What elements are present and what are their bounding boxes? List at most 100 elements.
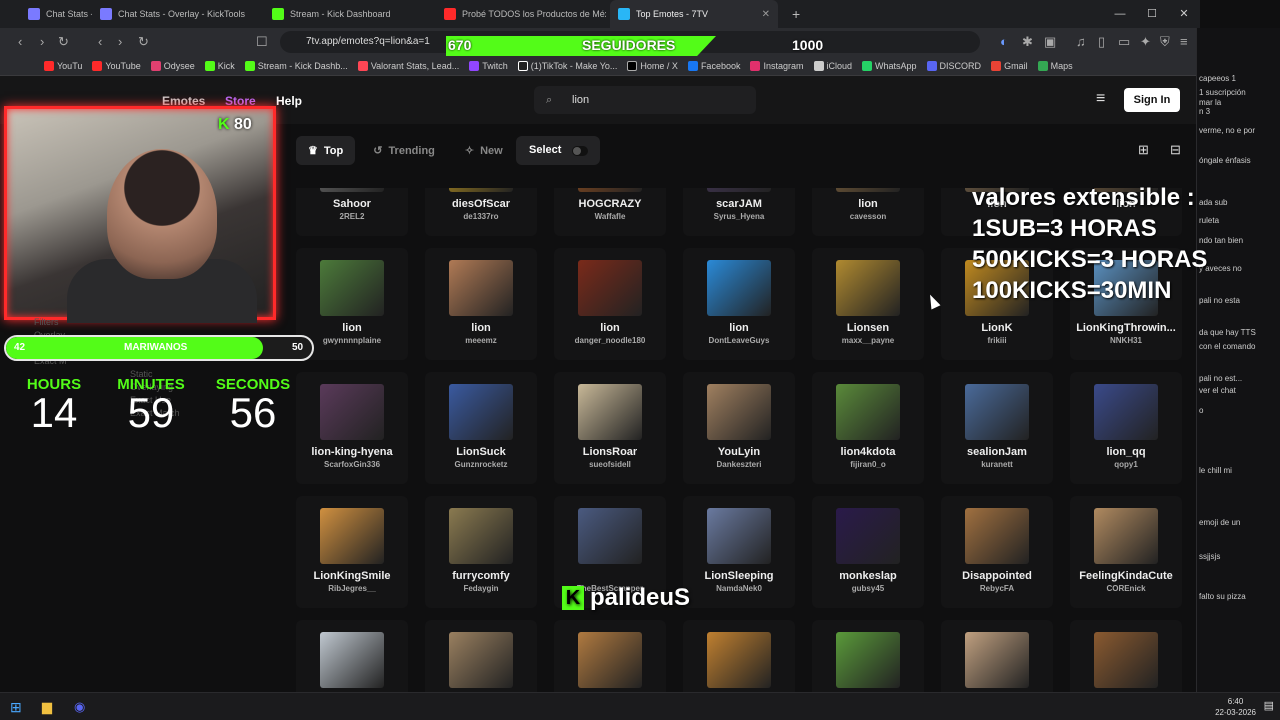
music-icon[interactable]: ♫ [1076,34,1086,50]
chat-message: mar la [1199,98,1222,107]
emote-author: COREnick [1106,584,1146,593]
wallet-icon[interactable]: ▭ [1118,34,1130,50]
window-controls: — ☐ ✕ [1104,0,1200,28]
menu-icon[interactable]: ≡ [1180,34,1188,50]
minimize-icon[interactable]: — [1104,0,1136,28]
extension-icon[interactable]: ◐ [1000,34,1008,50]
bookmark-item[interactable]: Twitch [469,60,508,71]
bookmark-item[interactable]: Valorant Stats, Lead... [357,60,459,71]
bookmark-item[interactable]: Gmail [991,60,1028,71]
tab-7tv-top-emotes[interactable]: Top Emotes - 7TV ✕ [610,0,778,28]
bookmark-icon[interactable]: ☐ [256,34,268,50]
emote-card[interactable]: lion cavesson [812,188,924,236]
tab-new[interactable]: ✧ New [453,136,515,165]
windows-start-icon[interactable]: ⊞ [10,699,22,716]
nav-help[interactable]: Help [276,94,302,108]
reload-icon-2[interactable]: ↻ [138,34,149,50]
forward-icon-2[interactable]: › [118,34,122,50]
leaf-icon: ✧ [464,145,475,157]
grid-large-view-icon[interactable]: ⊞ [1138,142,1149,158]
discord-icon[interactable]: ◉ [74,699,85,715]
emote-thumbnail [578,508,642,564]
bookmark-item[interactable]: Instagram [750,60,804,71]
emote-author: DontLeaveGuys [708,336,770,345]
tab-chat-stats-overlay[interactable]: Chat Stats - Overlay - KickTools [92,0,262,28]
tab-top[interactable]: ♛ Top [296,136,356,165]
emote-card[interactable]: Lionsen maxx__payne [812,248,924,360]
system-clock: 6:40 22-03-2026 [1215,697,1256,717]
emote-card[interactable]: HOGCRAZY Waffafle [554,188,666,236]
bookmark-item[interactable]: WhatsApp [862,60,917,71]
new-tab-button[interactable]: + [784,0,804,28]
emote-card[interactable]: lion_qq qopy1 [1070,372,1182,484]
emote-thumbnail [320,188,384,192]
emote-card[interactable]: Sahoor 2REL2 [296,188,408,236]
emote-card[interactable]: lion meeemz [425,248,537,360]
bookmark-item[interactable]: YouTu [44,60,82,71]
bookmark-item[interactable]: Facebook [687,60,740,71]
search-icon: ⌕ [546,94,553,106]
emote-thumbnail [836,260,900,316]
close-tab-icon[interactable]: ✕ [762,9,770,20]
emote-card[interactable]: diesOfScar de1337ro [425,188,537,236]
select-toggle[interactable]: Select [516,136,600,165]
bookmark-item[interactable]: YouTube [92,60,141,71]
bookmark-item[interactable]: Kick [204,60,235,71]
followers-goal: 1000 [792,37,824,53]
maximize-icon[interactable]: ☐ [1136,0,1168,28]
back-icon-2[interactable]: ‹ [98,34,102,50]
emote-card[interactable]: YouLyin Dankeszteri [683,372,795,484]
notification-icon[interactable]: ▤ [1264,699,1274,712]
extension-icon[interactable]: ✦ [1140,34,1151,50]
grid-small-view-icon[interactable]: ⊟ [1170,142,1181,158]
file-explorer-icon[interactable]: ▆ [42,699,52,715]
emote-card[interactable]: monkeslap gubsy45 [812,496,924,608]
emote-card[interactable]: lion danger_noodle180 [554,248,666,360]
bookmark-item[interactable]: DISCORD [926,60,981,71]
reload-icon[interactable]: ↻ [58,34,69,50]
emote-card[interactable]: LionKingSmile RibJegres__ [296,496,408,608]
sign-in-button[interactable]: Sign In [1124,88,1180,112]
emote-card[interactable]: LionsRoar sueofsidell [554,372,666,484]
emote-card[interactable]: Disappointed RebycFA [941,496,1053,608]
search-input[interactable]: ⌕ lion [534,86,756,114]
tab-youtube-video[interactable]: Probé TODOS los Productos de Méx [436,0,606,28]
emote-card[interactable]: FeelingKindaCute COREnick [1070,496,1182,608]
emote-card[interactable]: LionSuck Gunznrocketz [425,372,537,484]
bookmark-item[interactable]: (1)TikTok - Make Yo... [517,60,617,71]
emote-card[interactable]: sealionJam kuranett [941,372,1053,484]
back-icon[interactable]: ‹ [18,34,22,50]
emote-card[interactable]: LionSleeping NamdaNek0 [683,496,795,608]
forward-icon[interactable]: › [40,34,44,50]
emote-author: NamdaNek0 [716,584,762,593]
extension-values-text: valores extensible : 1SUB=3 HORAS 500KIC… [972,184,1208,304]
tab-chat-stats[interactable]: Chat Stats - O [20,0,92,28]
emote-thumbnail [449,508,513,564]
bookmark-item[interactable]: Maps [1037,60,1073,71]
tab-trending[interactable]: ↺ Trending [361,136,447,165]
bookmark-item[interactable]: Stream - Kick Dashb... [244,60,348,71]
close-window-icon[interactable]: ✕ [1168,0,1200,28]
emote-card[interactable]: lion4kdota fijiran0_o [812,372,924,484]
extension-icon[interactable]: ✱ [1022,34,1033,50]
hamburger-menu-icon[interactable]: ≡ [1096,90,1105,108]
emote-card[interactable]: scarJAM Syrus_Hyena [683,188,795,236]
toggle-switch[interactable] [572,146,588,156]
bookmark-item[interactable]: Odysee [150,60,195,71]
shield-icon[interactable]: ⛨ [1160,34,1170,50]
tab-kick-dashboard[interactable]: Stream - Kick Dashboard [264,0,434,28]
bookmark-item[interactable]: Home / X [627,60,678,71]
trophy-icon: ♛ [308,145,318,157]
bookmark-item[interactable]: iCloud [813,60,852,71]
emote-thumbnail [449,260,513,316]
emote-thumbnail [1094,632,1158,688]
emote-card[interactable]: lion-king-hyena ScarfoxGin336 [296,372,408,484]
sidebar-icon[interactable]: ▯ [1098,34,1105,50]
chat-message: le chill mi [1199,466,1232,475]
kick-icon [244,60,255,71]
extension-icon[interactable]: ▣ [1044,34,1056,50]
emote-card[interactable]: lion DontLeaveGuys [683,248,795,360]
emote-name: LionKingSmile [313,570,391,582]
emote-card[interactable]: furrycomfy Fedaygin [425,496,537,608]
youtube-icon [92,60,103,71]
